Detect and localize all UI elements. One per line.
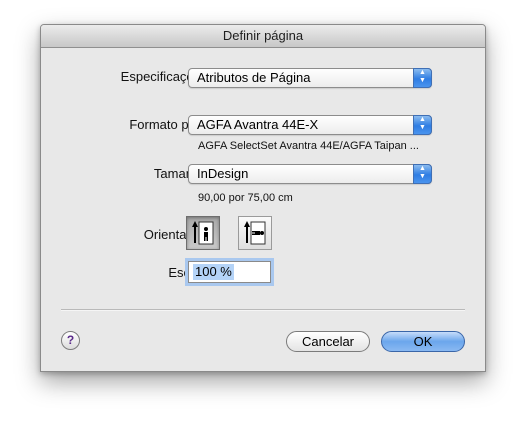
scale-label: Escala: — [41, 265, 211, 280]
help-button[interactable]: ? — [61, 331, 80, 350]
size-dimensions: 90,00 por 75,00 cm — [198, 192, 293, 204]
title-bar: Definir página — [41, 25, 485, 48]
size-value: InDesign — [197, 166, 249, 181]
format-for-value: AGFA Avantra 44E-X — [197, 117, 319, 132]
portrait-orientation-button[interactable] — [186, 216, 220, 250]
scale-value: 100 % — [193, 264, 234, 280]
desktop-background: Definir página Especificações: Atributos… — [0, 0, 524, 425]
portrait-orientation-icon — [192, 221, 214, 245]
popup-arrows-icon: ▲ ▼ — [413, 164, 432, 184]
landscape-orientation-icon — [244, 221, 266, 245]
popup-arrows-icon: ▲ ▼ — [413, 68, 432, 88]
size-label: Tamanho: — [153, 166, 211, 181]
ok-button[interactable]: OK — [381, 331, 465, 352]
specifications-popup[interactable]: Atributos de Página ▲ ▼ — [188, 68, 432, 88]
specifications-value: Atributos de Página — [197, 70, 311, 85]
landscape-orientation-button[interactable] — [238, 216, 272, 250]
page-setup-dialog: Definir página Especificações: Atributos… — [40, 24, 486, 372]
scale-input[interactable]: 100 % — [188, 261, 271, 283]
specifications-label: Especificações: — [120, 69, 211, 84]
format-for-popup[interactable]: AGFA Avantra 44E-X ▲ ▼ — [188, 115, 432, 135]
dialog-title: Definir página — [222, 28, 304, 43]
format-for-label: Formato para: — [129, 117, 211, 132]
popup-arrows-icon: ▲ ▼ — [413, 115, 432, 135]
size-popup[interactable]: InDesign ▲ ▼ — [188, 164, 432, 184]
printer-description: AGFA SelectSet Avantra 44E/AGFA Taipan .… — [198, 140, 419, 152]
divider — [61, 309, 465, 311]
cancel-button[interactable]: Cancelar — [286, 331, 370, 352]
